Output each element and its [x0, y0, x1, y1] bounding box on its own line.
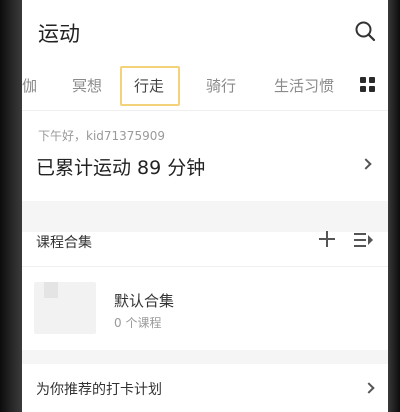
tab-yoga[interactable]: 伽: [22, 75, 37, 96]
tab-lifestyle[interactable]: 生活习惯: [274, 75, 334, 96]
plus-icon[interactable]: [318, 230, 336, 248]
tab-meditation[interactable]: 冥想: [72, 75, 102, 96]
tab-cycling[interactable]: 骑行: [206, 75, 236, 96]
total-exercise-text: 已累计运动 89 分钟: [36, 157, 206, 179]
divider: [22, 266, 388, 267]
header: 运动: [22, 0, 388, 60]
courses-title: 课程合集: [36, 235, 92, 251]
activity-summary[interactable]: 下午好，kid71375909 已累计运动 89 分钟: [22, 111, 388, 201]
section-gap: [22, 350, 388, 364]
collection-cover-image[interactable]: [34, 282, 96, 334]
sort-icon[interactable]: [354, 232, 374, 248]
collection-title[interactable]: 默认合集: [114, 290, 174, 311]
chevron-right-icon: [360, 158, 372, 170]
page-title: 运动: [38, 22, 80, 46]
greeting-text: 下午好，kid71375909: [38, 129, 165, 143]
search-icon[interactable]: [354, 20, 376, 42]
phone-bezel-left: [0, 0, 22, 412]
bookmark-icon: [44, 282, 58, 298]
category-tabs: 伽 冥想 行走 骑行 生活习惯: [22, 60, 388, 110]
tab-walking[interactable]: 行走: [134, 75, 164, 96]
grid-icon[interactable]: [360, 77, 376, 93]
recommended-plan-title[interactable]: 为你推荐的打卡计划: [36, 379, 162, 399]
collection-count: 0 个课程: [114, 316, 162, 330]
section-gap: [22, 201, 388, 233]
phone-bezel-right: [388, 0, 400, 412]
